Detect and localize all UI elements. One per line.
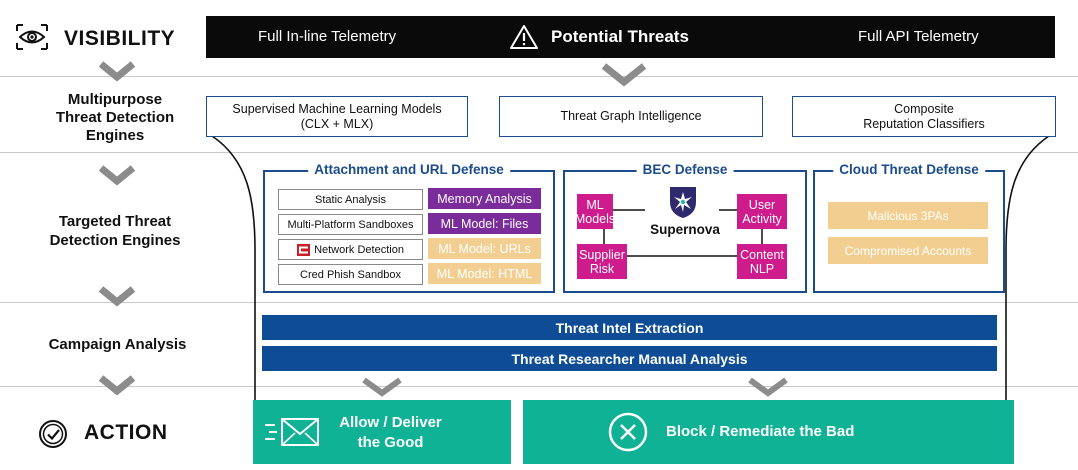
user-activity-node: User Activity <box>737 194 787 229</box>
researcher-analysis-bar: Threat Researcher Manual Analysis <box>262 346 997 371</box>
ml-model-urls-item: ML Model: URLs <box>428 238 541 259</box>
cloud-threat-defense-panel: Cloud Threat Defense Malicious 3PAs Comp… <box>813 162 1005 293</box>
attachment-url-defense-panel: Attachment and URL Defense Static Analys… <box>263 162 555 293</box>
reputation-classifiers-engine: Composite Reputation Classifiers <box>792 96 1056 137</box>
allow-deliver-label: Allow / Deliver the Good <box>339 414 442 451</box>
cred-phish-sandbox-item: Cred Phish Sandbox <box>278 264 423 285</box>
cloud-threat-defense-title: Cloud Threat Defense <box>833 162 985 178</box>
threat-intel-extraction-bar: Threat Intel Extraction <box>262 315 997 340</box>
chevron-down-icon <box>748 377 788 397</box>
content-nlp-node: Content NLP <box>737 244 787 279</box>
static-analysis-item: Static Analysis <box>278 189 423 210</box>
chevron-down-icon <box>362 377 402 397</box>
memory-analysis-item: Memory Analysis <box>428 188 541 209</box>
multi-platform-sandboxes-item: Multi-Platform Sandboxes <box>278 214 423 235</box>
malicious-3pas-item: Malicious 3PAs <box>828 202 988 229</box>
block-remediate-label: Block / Remediate the Bad <box>666 423 855 440</box>
ml-model-html-item: ML Model: HTML <box>428 263 541 284</box>
bec-defense-panel: BEC Defense ML Models User Activity Supp… <box>563 162 807 293</box>
allow-deliver-box: Allow / Deliver the Good <box>253 400 511 464</box>
compromised-accounts-item: Compromised Accounts <box>828 237 988 264</box>
block-remediate-box: Block / Remediate the Bad <box>523 400 1014 464</box>
network-detection-item: Network Detection <box>278 239 423 260</box>
network-logo-icon <box>297 243 311 256</box>
supernova-label: Supernova <box>650 222 720 237</box>
ml-model-files-item: ML Model: Files <box>428 213 541 234</box>
threat-graph-engine: Threat Graph Intelligence <box>499 96 763 137</box>
supervised-ml-engine: Supervised Machine Learning Models (CLX … <box>206 96 468 137</box>
x-circle-icon <box>608 412 648 452</box>
ml-models-node: ML Models <box>575 194 615 229</box>
supernova-shield-icon <box>670 187 696 218</box>
envelope-send-icon <box>265 418 319 446</box>
supplier-risk-node: Supplier Risk <box>577 244 627 279</box>
attachment-url-defense-title: Attachment and URL Defense <box>308 162 510 178</box>
